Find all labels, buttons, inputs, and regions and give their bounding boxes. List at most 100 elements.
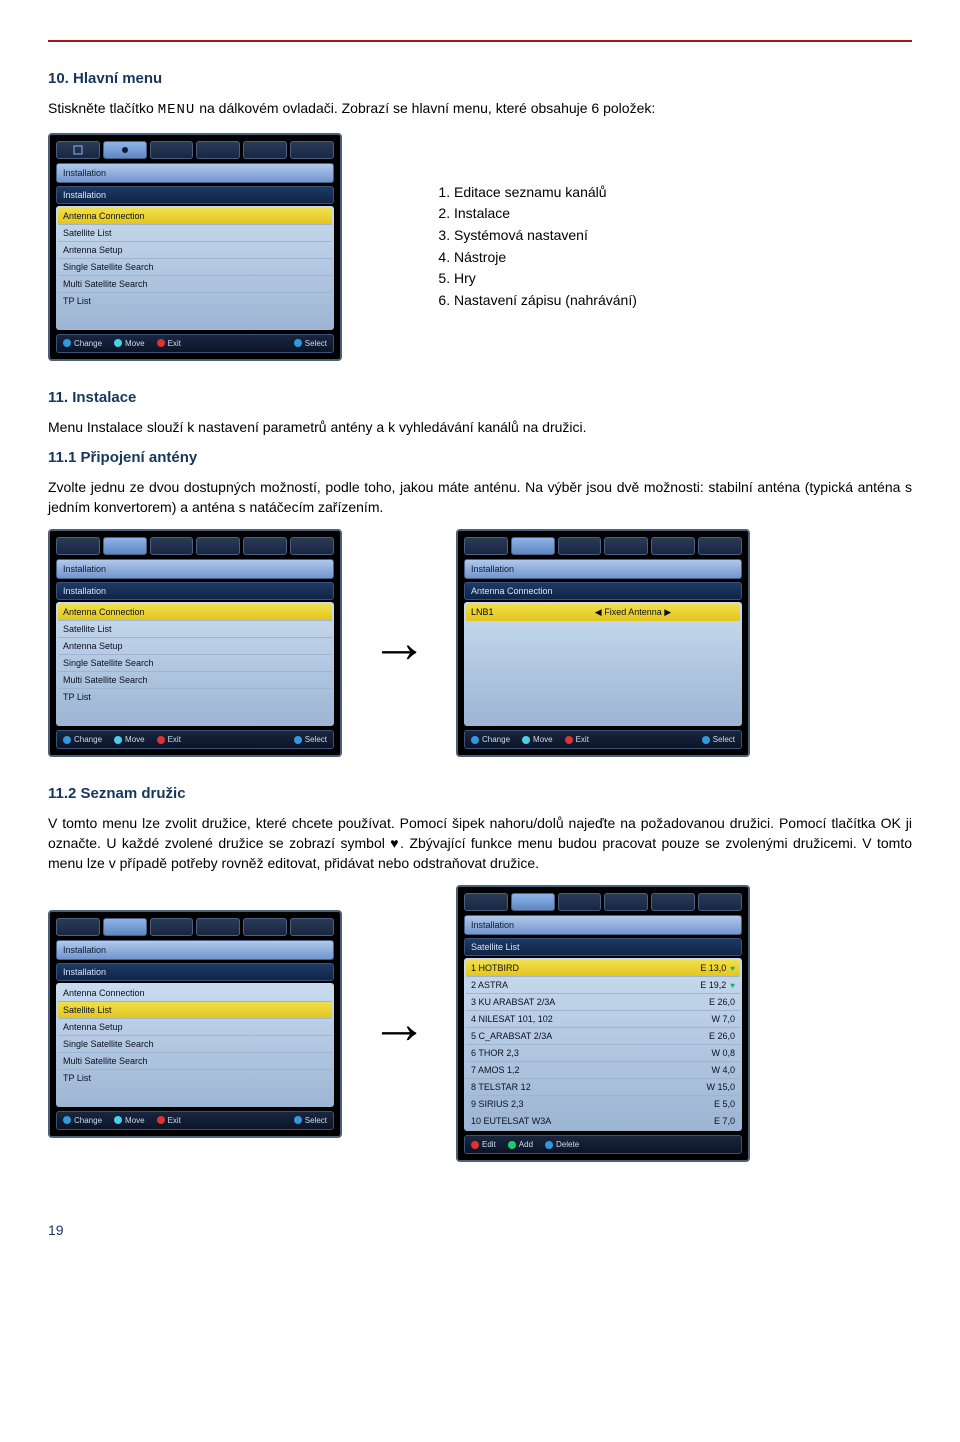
lnb-row: LNB1 ◀ Fixed Antenna ▶ bbox=[466, 604, 740, 621]
lnb-value: ◀ Fixed Antenna ▶ bbox=[531, 607, 735, 618]
tab-icon bbox=[511, 537, 555, 555]
screenshot-satellite-list: Installation Satellite List 1 HOTBIRDE 1… bbox=[456, 885, 750, 1162]
tab-icon bbox=[196, 918, 240, 936]
tv-item: Antenna Connection bbox=[58, 604, 332, 621]
list-item: Nastavení zápisu (nahrávání) bbox=[454, 290, 637, 312]
tab-icon bbox=[464, 893, 508, 911]
tv-breadcrumb: Installation bbox=[464, 559, 742, 579]
tab-icon bbox=[290, 918, 334, 936]
section10-intro: Stiskněte tlačítko MENU na dálkovém ovla… bbox=[48, 99, 912, 121]
tab-icon bbox=[290, 537, 334, 555]
tv-item: Antenna Setup bbox=[58, 242, 332, 259]
heading-11-2: 11.2 Seznam družic bbox=[48, 785, 912, 802]
row-11-2: Installation Installation Antenna Connec… bbox=[48, 885, 912, 1162]
tab-icon bbox=[243, 918, 287, 936]
tv-footer: Change Move Exit Select bbox=[464, 730, 742, 749]
heading-11-1: 11.1 Připojení antény bbox=[48, 449, 912, 466]
section11-text: Menu Instalace slouží k nastavení parame… bbox=[48, 418, 912, 438]
tab-icon bbox=[150, 537, 194, 555]
tv-item: Satellite List bbox=[58, 621, 332, 638]
tab-icon bbox=[103, 537, 147, 555]
tv-item: Antenna Setup bbox=[58, 638, 332, 655]
sat-row: 1 HOTBIRDE 13,0♥ bbox=[466, 960, 740, 977]
screenshot-installation-menu-2: Installation Installation Antenna Connec… bbox=[48, 529, 342, 757]
sat-row: 7 AMOS 1,2W 4,0 bbox=[466, 1062, 740, 1079]
row-screenshot1-list: Installation Installation Antenna Connec… bbox=[48, 133, 912, 361]
tv-section-label: Installation bbox=[56, 582, 334, 600]
tv-footer: Change Move Exit Select bbox=[56, 730, 334, 749]
list-item: Systémová nastavení bbox=[454, 225, 637, 247]
tab-icon bbox=[604, 893, 648, 911]
lnb-label: LNB1 bbox=[471, 607, 531, 618]
tv-footer: Change Move Exit Select bbox=[56, 1111, 334, 1130]
sat-row: 4 NILESAT 101, 102W 7,0 bbox=[466, 1011, 740, 1028]
tv-section-label: Satellite List bbox=[464, 938, 742, 956]
heading-11: 11. Instalace bbox=[48, 389, 912, 406]
tab-icon bbox=[698, 893, 742, 911]
screenshot-antenna-connection: Installation Antenna Connection LNB1 ◀ F… bbox=[456, 529, 750, 757]
tab-icon bbox=[558, 537, 602, 555]
tab-icon bbox=[243, 141, 287, 159]
top-rule bbox=[48, 40, 912, 42]
menu-key: MENU bbox=[158, 102, 196, 118]
tv-item: TP List bbox=[58, 293, 332, 309]
screenshot-installation-menu: Installation Installation Antenna Connec… bbox=[48, 133, 342, 361]
tv-breadcrumb: Installation bbox=[56, 940, 334, 960]
tv-item: Antenna Setup bbox=[58, 1019, 332, 1036]
row-11-1: Installation Installation Antenna Connec… bbox=[48, 529, 912, 757]
tv-item: Multi Satellite Search bbox=[58, 276, 332, 293]
list-item: Editace seznamu kanálů bbox=[454, 182, 637, 204]
tab-icon bbox=[103, 141, 147, 159]
list-item: Instalace bbox=[454, 203, 637, 225]
section11-2-text: V tomto menu lze zvolit družice, které c… bbox=[48, 814, 912, 873]
intro-b: na dálkovém ovladači. Zobrazí se hlavní … bbox=[195, 100, 655, 116]
tab-icon bbox=[651, 537, 695, 555]
sat-row: 5 C_ARABSAT 2/3AE 26,0 bbox=[466, 1028, 740, 1045]
tv-item: TP List bbox=[58, 689, 332, 705]
tv-item: TP List bbox=[58, 1070, 332, 1086]
tab-icon bbox=[558, 893, 602, 911]
tab-icon bbox=[651, 893, 695, 911]
sat-row: 10 EUTELSAT W3AE 7,0 bbox=[466, 1113, 740, 1129]
tv-breadcrumb: Installation bbox=[56, 559, 334, 579]
main-menu-list: Editace seznamu kanálů Instalace Systémo… bbox=[426, 182, 637, 312]
tv-item: Single Satellite Search bbox=[58, 1036, 332, 1053]
tab-icon bbox=[103, 918, 147, 936]
tv-item: Multi Satellite Search bbox=[58, 1053, 332, 1070]
tv-item: Satellite List bbox=[58, 1002, 332, 1019]
tv-footer: Change Move Exit Select bbox=[56, 334, 334, 353]
tab-icon bbox=[56, 141, 100, 159]
tv-footer: Edit Add Delete bbox=[464, 1135, 742, 1154]
tv-item: Antenna Connection bbox=[58, 985, 332, 1002]
sat-row: 9 SIRIUS 2,3E 5,0 bbox=[466, 1096, 740, 1113]
sat-row: 8 TELSTAR 12W 15,0 bbox=[466, 1079, 740, 1096]
tab-icon bbox=[464, 537, 508, 555]
tab-icon bbox=[511, 893, 555, 911]
intro-a: Stiskněte tlačítko bbox=[48, 100, 158, 116]
list-item: Hry bbox=[454, 268, 637, 290]
tab-icon bbox=[290, 141, 334, 159]
arrow-icon: → bbox=[370, 614, 428, 672]
tv-section-label: Installation bbox=[56, 186, 334, 204]
tv-section-label: Installation bbox=[56, 963, 334, 981]
section11-1-text: Zvolte jednu ze dvou dostupných možností… bbox=[48, 478, 912, 517]
screenshot-installation-menu-3: Installation Installation Antenna Connec… bbox=[48, 910, 342, 1138]
sat-row: 6 THOR 2,3W 0,8 bbox=[466, 1045, 740, 1062]
tv-item: Satellite List bbox=[58, 225, 332, 242]
tab-icon bbox=[698, 537, 742, 555]
tab-icon bbox=[150, 918, 194, 936]
heading-10: 10. Hlavní menu bbox=[48, 70, 912, 87]
tv-item: Single Satellite Search bbox=[58, 259, 332, 276]
list-item: Nástroje bbox=[454, 247, 637, 269]
tab-icon bbox=[243, 537, 287, 555]
tv-item: Antenna Connection bbox=[58, 208, 332, 225]
sat-row: 3 KU ARABSAT 2/3AE 26,0 bbox=[466, 994, 740, 1011]
tab-icon bbox=[196, 537, 240, 555]
sat-row: 2 ASTRAE 19,2♥ bbox=[466, 977, 740, 994]
tv-section-label: Antenna Connection bbox=[464, 582, 742, 600]
tab-icon bbox=[56, 918, 100, 936]
page-number: 19 bbox=[48, 1222, 912, 1238]
arrow-icon: → bbox=[370, 995, 428, 1053]
tv-breadcrumb: Installation bbox=[56, 163, 334, 183]
tab-icon bbox=[196, 141, 240, 159]
